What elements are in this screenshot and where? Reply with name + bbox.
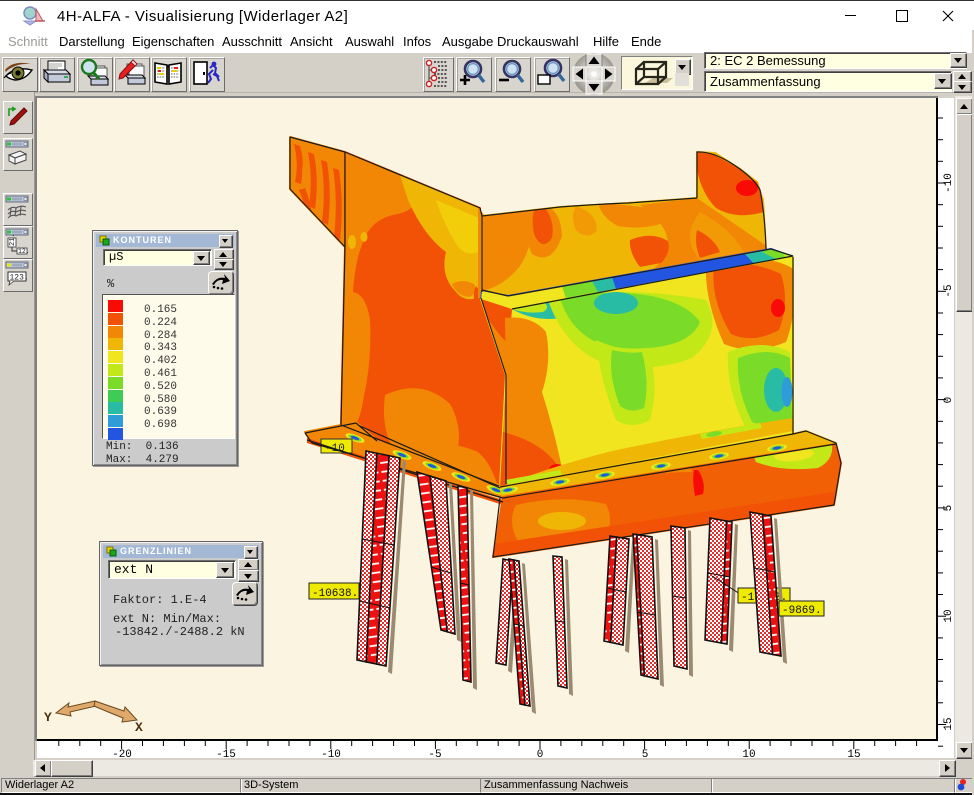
svg-text:-9869.: -9869. [782, 605, 822, 617]
svg-text:123.: 123. [10, 274, 29, 283]
svg-text:21.: 21. [9, 233, 17, 246]
svg-text:X: X [135, 720, 143, 735]
svg-text:12.: 12. [18, 248, 30, 255]
svg-text:Y: Y [44, 710, 52, 725]
svg-text:-10638.: -10638. [312, 588, 358, 600]
